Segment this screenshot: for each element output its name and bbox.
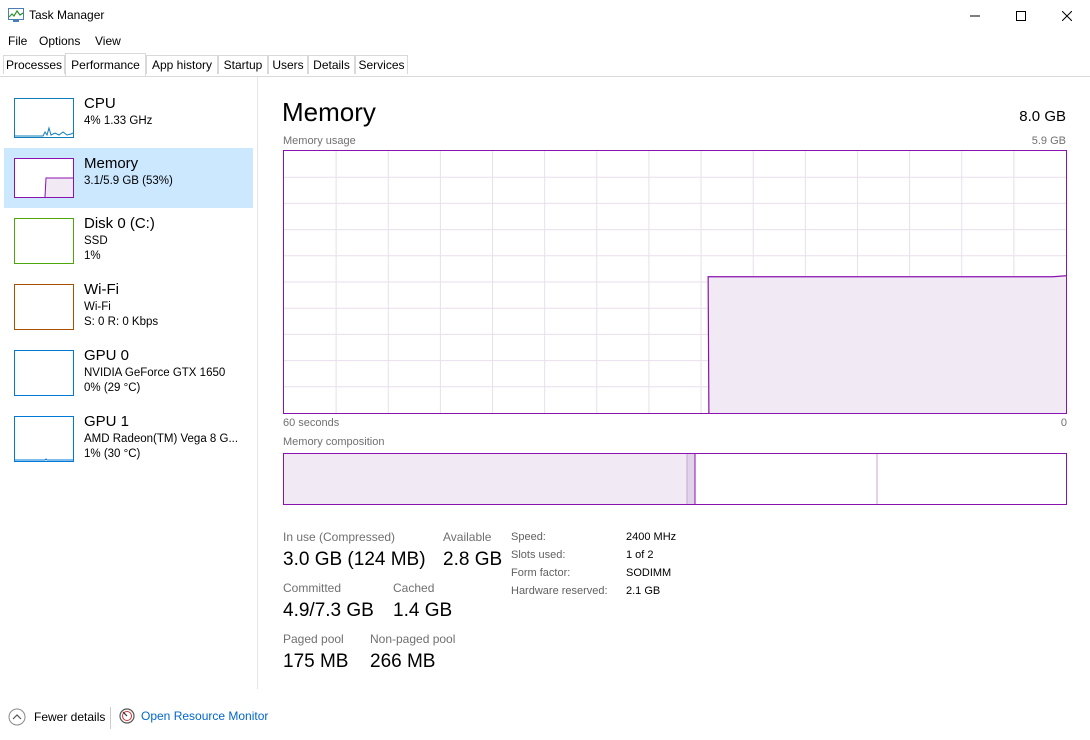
committed-label: Committed	[283, 581, 342, 595]
memory-thumbnail-graph	[14, 158, 74, 198]
sidebar-item-wifi[interactable]: Wi-Fi Wi-Fi S: 0 R: 0 Kbps	[4, 274, 253, 334]
sidebar-item-detail: 1% (30 °C)	[84, 448, 141, 460]
fewer-details-label: Fewer details	[34, 710, 106, 724]
hardware-reserved-value: 2.1 GB	[626, 585, 661, 597]
speed-label: Speed:	[511, 531, 546, 543]
disk-thumbnail-graph	[14, 218, 74, 264]
form-factor-label: Form factor:	[511, 567, 571, 579]
composition-modified	[687, 454, 695, 504]
fewer-details-button[interactable]: Fewer details	[8, 708, 105, 726]
sidebar-item-title: GPU 1	[84, 413, 130, 430]
slots-used-value: 1 of 2	[626, 549, 654, 561]
memory-usage-label: Memory usage	[283, 135, 356, 147]
tab-users[interactable]: Users	[268, 55, 308, 74]
tab-startup[interactable]: Startup	[218, 55, 268, 74]
graph-x-right-label: 0	[1060, 417, 1067, 429]
minimize-icon	[970, 15, 980, 16]
minimize-button[interactable]	[952, 0, 998, 31]
close-icon	[1062, 10, 1072, 21]
title-bar	[0, 0, 1090, 31]
sidebar-item-gpu0[interactable]: GPU 0 NVIDIA GeForce GTX 1650 0% (29 °C)	[4, 340, 253, 400]
sidebar-item-cpu[interactable]: CPU 4% 1.33 GHz	[4, 88, 253, 148]
in-use-value: 3.0 GB (124 MB)	[283, 549, 426, 570]
speed-value: 2400 MHz	[626, 531, 677, 543]
task-manager-icon	[8, 8, 24, 22]
gpu0-thumbnail-graph	[14, 350, 74, 396]
sidebar-item-memory[interactable]: Memory 3.1/5.9 GB (53%)	[4, 148, 253, 208]
sidebar-item-detail: 1%	[84, 250, 101, 262]
page-title: Memory	[282, 97, 376, 127]
tab-processes[interactable]: Processes	[3, 55, 65, 74]
sidebar-item-detail: AMD Radeon(TM) Vega 8 G...	[84, 433, 239, 445]
sidebar-item-title: Disk 0 (C:)	[84, 215, 155, 232]
maximize-icon	[1016, 10, 1026, 21]
hardware-reserved-label: Hardware reserved:	[511, 585, 608, 597]
sidebar-item-detail: S: 0 R: 0 Kbps	[84, 316, 159, 328]
memory-usage-graph	[283, 150, 1067, 414]
menu-options[interactable]: Options	[39, 34, 80, 48]
close-button[interactable]	[1044, 0, 1090, 31]
in-use-label: In use (Compressed)	[283, 530, 396, 544]
tab-performance[interactable]: Performance	[65, 53, 146, 76]
gpu1-thumbnail-graph	[14, 416, 74, 462]
cached-label: Cached	[393, 581, 435, 595]
cached-value: 1.4 GB	[393, 600, 453, 621]
tab-services[interactable]: Services	[355, 55, 408, 74]
graph-x-left-label: 60 seconds	[283, 417, 340, 429]
memory-usage-max: 5.9 GB	[1031, 135, 1066, 147]
committed-value: 4.9/7.3 GB	[283, 600, 374, 621]
sidebar-item-title: CPU	[84, 95, 116, 112]
window-title: Task Manager	[29, 8, 105, 22]
chevron-up-icon	[8, 708, 26, 726]
sidebar-item-detail: SSD	[84, 235, 108, 247]
memory-composition-bar	[283, 453, 1067, 505]
tab-app-history[interactable]: App history	[146, 55, 218, 74]
composition-in-use	[284, 454, 687, 504]
menu-bar	[0, 31, 1090, 51]
sidebar-item-title: GPU 0	[84, 347, 130, 364]
form-factor-value: SODIMM	[626, 567, 672, 579]
footer-divider	[110, 707, 111, 729]
sidebar-item-gpu1[interactable]: GPU 1 AMD Radeon(TM) Vega 8 G... 1% (30 …	[4, 406, 253, 466]
menu-file[interactable]: File	[8, 34, 27, 48]
non-paged-pool-value: 266 MB	[370, 651, 436, 672]
sidebar-item-title: Wi-Fi	[84, 281, 119, 298]
sidebar-item-detail: Wi-Fi	[84, 301, 111, 313]
resource-monitor-icon	[119, 708, 135, 724]
paged-pool-label: Paged pool	[283, 632, 344, 646]
total-memory: 8.0 GB	[1019, 108, 1066, 125]
menu-view[interactable]: View	[95, 34, 121, 48]
maximize-button[interactable]	[998, 0, 1044, 31]
open-resource-monitor-label: Open Resource Monitor	[141, 709, 269, 723]
tab-details[interactable]: Details	[308, 55, 355, 74]
sidebar-item-detail: 4% 1.33 GHz	[84, 115, 153, 127]
slots-used-label: Slots used:	[511, 549, 566, 561]
wifi-thumbnail-graph	[14, 284, 74, 330]
sidebar-item-title: Memory	[84, 155, 139, 172]
cpu-thumbnail-graph	[14, 98, 74, 138]
available-value: 2.8 GB	[443, 549, 503, 570]
sidebar-item-detail: NVIDIA GeForce GTX 1650	[84, 367, 226, 379]
memory-composition-label: Memory composition	[283, 436, 385, 448]
sidebar-item-detail: 3.1/5.9 GB (53%)	[84, 175, 173, 187]
non-paged-pool-label: Non-paged pool	[370, 632, 456, 646]
sidebar-item-detail: 0% (29 °C)	[84, 382, 141, 394]
open-resource-monitor-link[interactable]: Open Resource Monitor	[119, 708, 268, 724]
available-label: Available	[443, 530, 492, 544]
sidebar-item-disk[interactable]: Disk 0 (C:) SSD 1%	[4, 208, 253, 268]
paged-pool-value: 175 MB	[283, 651, 349, 672]
